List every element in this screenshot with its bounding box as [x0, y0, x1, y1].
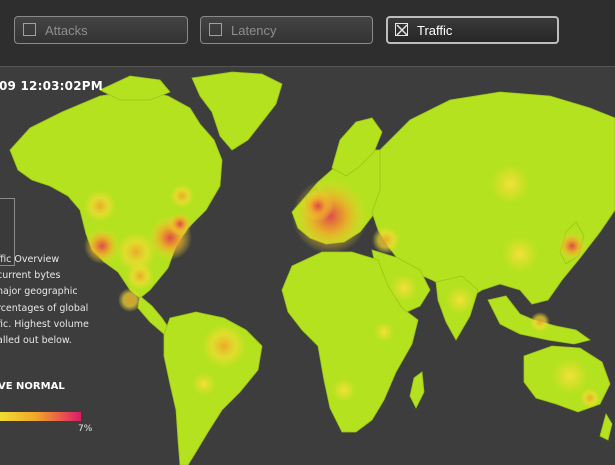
toggle-latency[interactable]: Latency: [200, 16, 373, 44]
central-america: [137, 295, 171, 335]
madagascar: [409, 371, 425, 409]
filter-toolbar: Attacks Latency Traffic: [0, 0, 615, 67]
legend-label: VE NORMAL: [0, 381, 65, 392]
toggle-attacks[interactable]: Attacks: [14, 16, 188, 44]
checkbox-attacks[interactable]: [23, 23, 36, 36]
toggle-traffic[interactable]: Traffic: [386, 16, 559, 44]
toggle-traffic-label: Traffic: [417, 23, 453, 38]
legend-max-value: 7%: [78, 424, 93, 434]
checkmark-x-icon: [396, 24, 408, 36]
timestamp-label: 09 12:03:02PM: [0, 79, 103, 93]
legend-gradient-bar: [0, 412, 81, 421]
checkbox-traffic[interactable]: [395, 23, 408, 36]
toggle-attacks-label: Attacks: [45, 23, 88, 38]
checkbox-latency[interactable]: [209, 23, 222, 36]
toggle-latency-label: Latency: [231, 23, 277, 38]
new-zealand: [599, 412, 613, 441]
traffic-overview-description: ffic Overview current bytes najor geogra…: [0, 254, 89, 347]
